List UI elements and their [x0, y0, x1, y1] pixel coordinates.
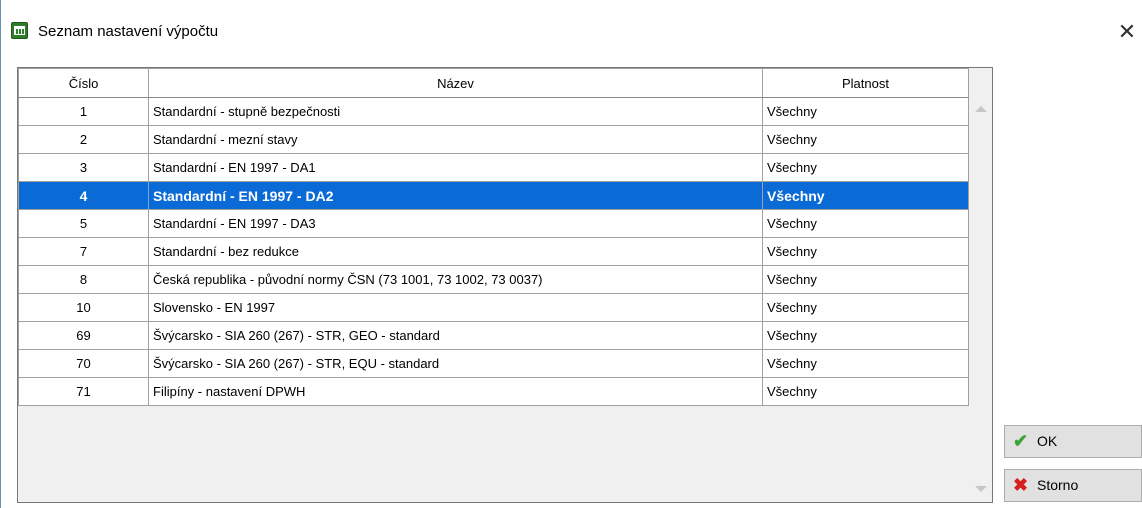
cell-number: 7 — [18, 237, 149, 266]
ok-button-label: OK — [1037, 433, 1058, 449]
cell-validity: Všechny — [762, 349, 969, 378]
column-header-number[interactable]: Číslo — [18, 68, 149, 98]
cell-number: 10 — [18, 293, 149, 322]
cell-number: 69 — [18, 321, 149, 350]
window-border — [0, 0, 1, 508]
cell-name: Slovensko - EN 1997 — [148, 293, 763, 322]
app-icon — [11, 22, 28, 39]
table-row[interactable]: 2 Standardní - mezní stavy Všechny — [18, 125, 969, 154]
cell-number: 71 — [18, 377, 149, 406]
cell-validity: Všechny — [762, 209, 969, 238]
cell-validity: Všechny — [762, 181, 969, 210]
table-row[interactable]: 1 Standardní - stupně bezpečnosti Všechny — [18, 97, 969, 126]
cell-validity: Všechny — [762, 293, 969, 322]
cell-validity: Všechny — [762, 321, 969, 350]
cell-number: 4 — [18, 181, 149, 210]
settings-grid[interactable]: Číslo Název Platnost 1 Standardní - stupn… — [17, 67, 993, 503]
cell-number: 5 — [18, 209, 149, 238]
cell-validity: Všechny — [762, 377, 969, 406]
column-header-name[interactable]: Název — [148, 68, 763, 98]
table-row[interactable]: 4 Standardní - EN 1997 - DA2 Všechny — [18, 181, 969, 210]
table-row[interactable]: 7 Standardní - bez redukce Všechny — [18, 237, 969, 266]
cell-number: 8 — [18, 265, 149, 294]
table-header-row: Číslo Název Platnost — [18, 68, 969, 98]
column-header-validity[interactable]: Platnost — [762, 68, 969, 98]
cell-number: 1 — [18, 97, 149, 126]
table-row[interactable]: 8 Česká republika - původní normy ČSN (73… — [18, 265, 969, 294]
settings-table: Číslo Název Platnost 1 Standardní - stupn… — [18, 68, 969, 406]
checkmark-icon: ✔ — [1013, 431, 1029, 451]
cell-name: Švýcarsko - SIA 260 (267) - STR, EQU - s… — [148, 349, 763, 378]
table-row[interactable]: 3 Standardní - EN 1997 - DA1 Všechny — [18, 153, 969, 182]
cell-validity: Všechny — [762, 237, 969, 266]
cell-name: Česká republika - původní normy ČSN (73 … — [148, 265, 763, 294]
table-row[interactable]: 71 Filipíny - nastavení DPWH Všechny — [18, 377, 969, 406]
cell-validity: Všechny — [762, 265, 969, 294]
scroll-down-arrow-icon[interactable] — [975, 486, 987, 492]
cell-name: Filipíny - nastavení DPWH — [148, 377, 763, 406]
cell-number: 70 — [18, 349, 149, 378]
close-icon: ✕ — [1117, 19, 1137, 44]
cancel-button[interactable]: ✖ Storno — [1004, 469, 1142, 502]
cell-name: Standardní - stupně bezpečnosti — [148, 97, 763, 126]
table-row[interactable]: 5 Standardní - EN 1997 - DA3 Všechny — [18, 209, 969, 238]
window-title: Seznam nastavení výpočtu — [38, 23, 219, 40]
title-bar: Seznam nastavení výpočtu ✕ — [1, 0, 1142, 66]
cell-name: Standardní - bez redukce — [148, 237, 763, 266]
ok-button[interactable]: ✔ OK — [1004, 425, 1142, 458]
table-row[interactable]: 10 Slovensko - EN 1997 Všechny — [18, 293, 969, 322]
vertical-scrollbar[interactable] — [970, 68, 992, 502]
cell-number: 2 — [18, 125, 149, 154]
scroll-up-arrow-icon[interactable] — [975, 106, 987, 112]
table-row[interactable]: 69 Švýcarsko - SIA 260 (267) - STR, GEO -… — [18, 321, 969, 350]
cell-validity: Všechny — [762, 97, 969, 126]
cell-name: Standardní - mezní stavy — [148, 125, 763, 154]
cell-number: 3 — [18, 153, 149, 182]
cell-validity: Všechny — [762, 125, 969, 154]
cancel-button-label: Storno — [1037, 477, 1079, 493]
table-row[interactable]: 70 Švýcarsko - SIA 260 (267) - STR, EQU -… — [18, 349, 969, 378]
close-button[interactable]: ✕ — [1111, 14, 1142, 50]
cell-name: Standardní - EN 1997 - DA3 — [148, 209, 763, 238]
cell-name: Standardní - EN 1997 - DA2 — [148, 181, 763, 210]
cell-validity: Všechny — [762, 153, 969, 182]
cell-name: Švýcarsko - SIA 260 (267) - STR, GEO - s… — [148, 321, 763, 350]
cross-icon: ✖ — [1013, 475, 1029, 495]
cell-name: Standardní - EN 1997 - DA1 — [148, 153, 763, 182]
